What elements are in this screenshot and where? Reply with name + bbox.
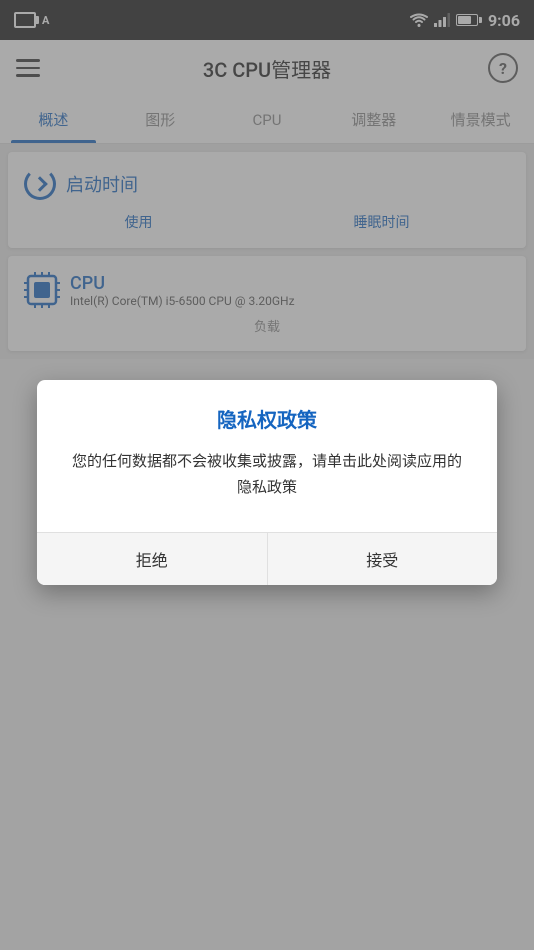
- dialog-message: 您的任何数据都不会被收集或披露，请单击此处阅读应用的隐私政策: [65, 449, 469, 500]
- dialog-body: 隐私权政策 您的任何数据都不会被收集或披露，请单击此处阅读应用的隐私政策: [37, 380, 497, 516]
- privacy-dialog: 隐私权政策 您的任何数据都不会被收集或披露，请单击此处阅读应用的隐私政策 拒绝 …: [37, 380, 497, 585]
- dialog-title: 隐私权政策: [65, 404, 469, 433]
- dialog-buttons: 拒绝 接受: [37, 532, 497, 585]
- reject-button[interactable]: 拒绝: [37, 533, 268, 585]
- accept-button[interactable]: 接受: [268, 533, 498, 585]
- dialog-overlay: 隐私权政策 您的任何数据都不会被收集或披露，请单击此处阅读应用的隐私政策 拒绝 …: [0, 0, 534, 950]
